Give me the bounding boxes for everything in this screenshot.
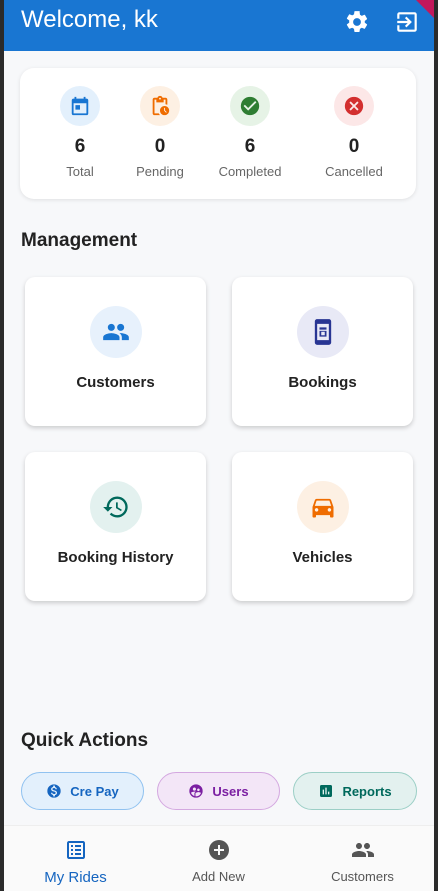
card-label: Booking History <box>57 549 174 566</box>
nav-customers[interactable]: Customers <box>291 826 434 891</box>
cre-pay-chip[interactable]: Cre Pay <box>21 772 144 810</box>
people-icon <box>89 306 142 358</box>
calendar-icon <box>60 86 100 126</box>
stat-value: 6 <box>74 136 86 157</box>
history-icon <box>89 481 142 533</box>
chip-label: Users <box>212 783 249 799</box>
debug-banner-corner <box>416 0 434 18</box>
bookings-card[interactable]: Bookings <box>232 277 413 426</box>
chip-label: Reports <box>342 783 392 799</box>
stat-label: Completed <box>218 164 282 179</box>
card-label: Vehicles <box>292 549 353 566</box>
stat-pending[interactable]: 0 Pending <box>115 68 205 179</box>
stat-value: 0 <box>348 136 360 157</box>
cancel-circle-icon <box>334 86 374 126</box>
people-icon <box>351 843 374 857</box>
stat-label: Pending <box>136 164 184 179</box>
nav-label: My Rides <box>44 869 107 886</box>
management-heading: Management <box>21 230 138 251</box>
card-label: Bookings <box>288 374 357 391</box>
users-group-icon <box>189 784 204 798</box>
check-circle-icon <box>230 86 270 126</box>
stat-total[interactable]: 6 Total <box>35 68 125 179</box>
stat-label: Cancelled <box>325 164 383 179</box>
bottom-navigation: My Rides Add New Customers <box>4 825 434 891</box>
page-title: Welcome, kk <box>21 6 158 33</box>
booking-history-card[interactable]: Booking History <box>25 452 206 601</box>
vehicles-card[interactable]: Vehicles <box>232 452 413 601</box>
stat-label: Total <box>66 164 94 179</box>
app-screen: Welcome, kk 6 Total 0 Pending 6 Complete… <box>4 0 434 891</box>
nav-label: Customers <box>331 869 394 884</box>
nav-label: Add New <box>192 869 245 884</box>
users-chip[interactable]: Users <box>157 772 280 810</box>
add-circle-icon <box>208 840 229 860</box>
nav-my-rides[interactable]: My Rides <box>4 826 147 891</box>
app-bar: Welcome, kk <box>4 0 434 51</box>
gear-icon <box>346 11 368 32</box>
stat-value: 0 <box>154 136 166 157</box>
nav-add-new[interactable]: Add New <box>147 826 290 891</box>
settings-button[interactable] <box>344 9 370 35</box>
stat-cancelled[interactable]: 0 Cancelled <box>309 68 399 179</box>
stat-completed[interactable]: 6 Completed <box>205 68 295 179</box>
quick-actions-heading: Quick Actions <box>21 730 149 751</box>
list-icon <box>66 841 85 859</box>
pending-clipboard-icon <box>140 86 180 126</box>
booking-phone-icon <box>296 306 349 358</box>
dollar-icon <box>47 784 61 798</box>
report-icon <box>320 785 333 797</box>
card-label: Customers <box>76 374 155 391</box>
reports-chip[interactable]: Reports <box>293 772 417 810</box>
stats-card: 6 Total 0 Pending 6 Completed 0 Cancelle… <box>20 68 416 199</box>
chip-label: Cre Pay <box>70 783 119 799</box>
car-icon <box>296 481 349 533</box>
stat-value: 6 <box>244 136 256 157</box>
customers-card[interactable]: Customers <box>25 277 206 426</box>
